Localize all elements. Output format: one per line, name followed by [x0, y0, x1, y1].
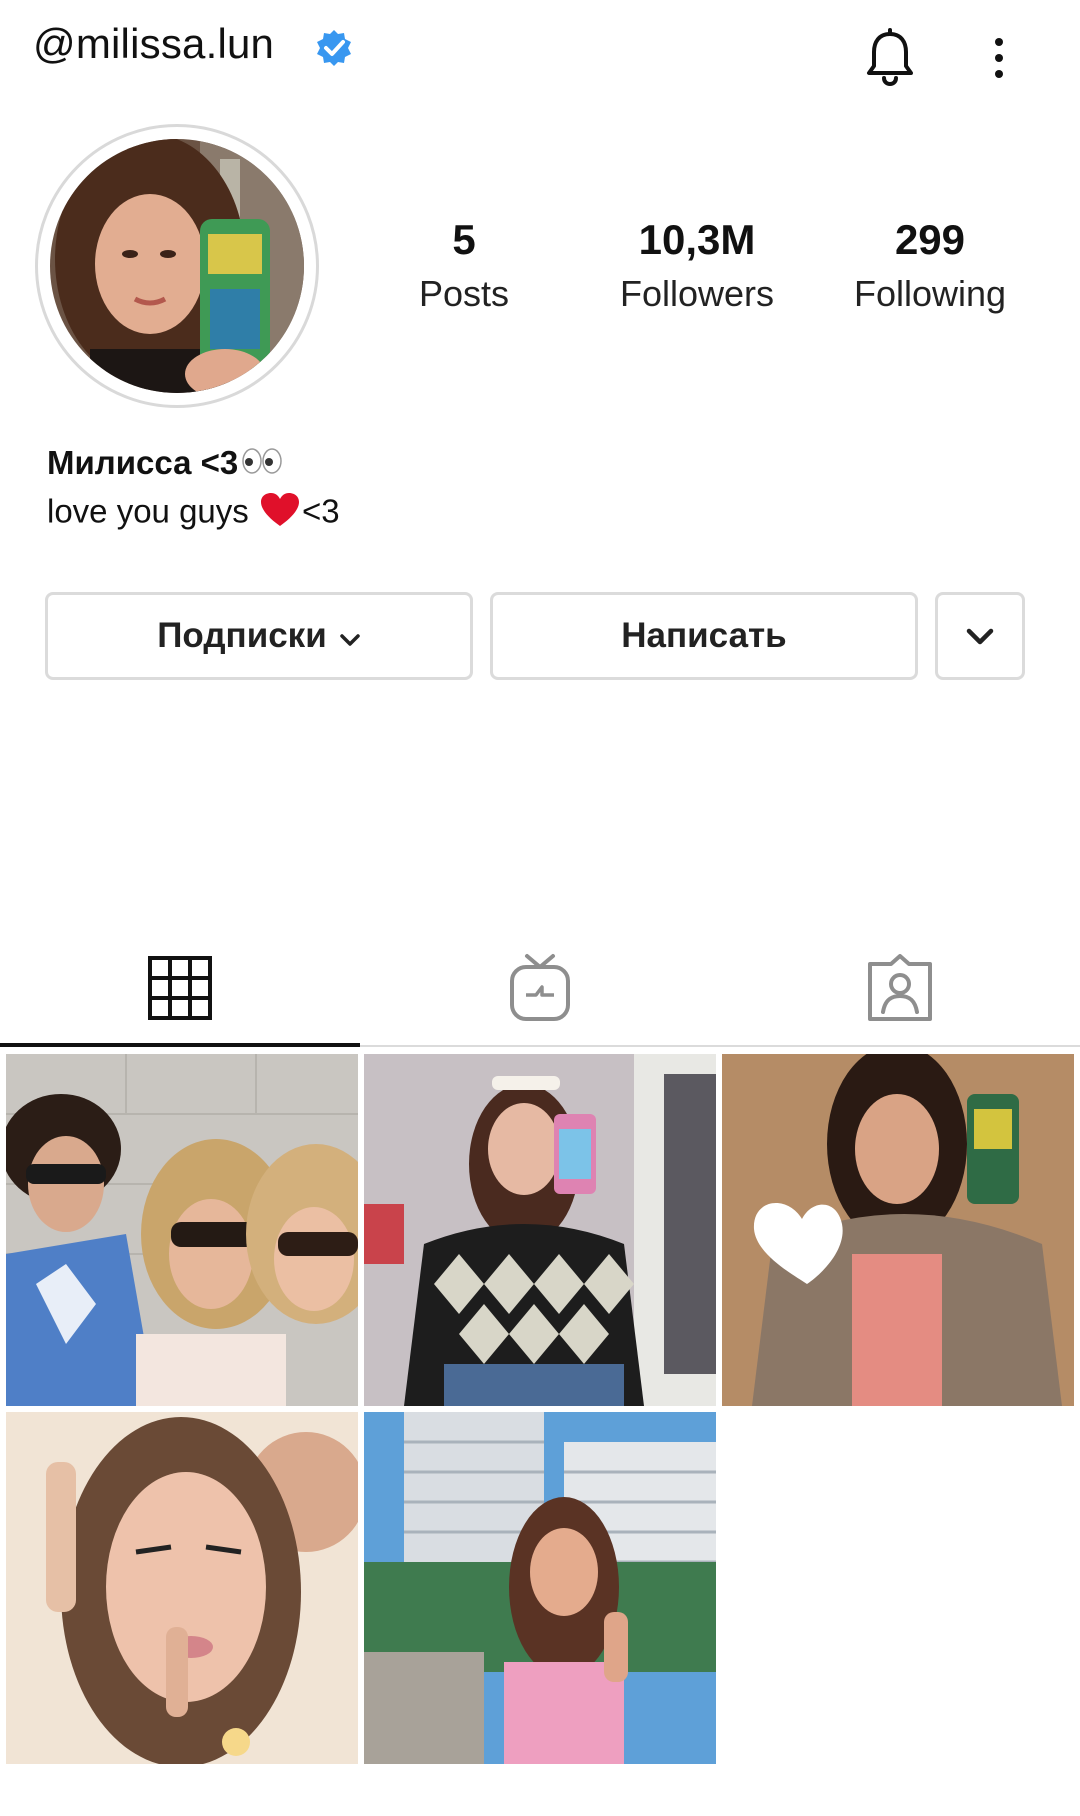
stat-following[interactable]: 299 Following [830, 215, 1030, 319]
eyes-emoji-icon [240, 446, 284, 484]
grid-icon [147, 955, 213, 1026]
avatar-ring[interactable] [35, 124, 319, 408]
post-thumbnail[interactable] [364, 1054, 716, 1406]
posts-label: Posts [418, 273, 510, 314]
profile-username: @milissa.lun [33, 20, 275, 67]
chevron-down-icon [965, 616, 995, 656]
following-count: 299 [894, 216, 966, 263]
posts-count: 5 [452, 216, 476, 263]
bell-icon[interactable] [864, 28, 916, 87]
post-thumbnail[interactable] [364, 1412, 716, 1764]
heart-emoji-icon [260, 492, 300, 536]
tagged-icon [867, 953, 933, 1027]
bio-text-start: love you guys [47, 492, 258, 530]
profile-tabs [0, 930, 1080, 1050]
post-thumbnail[interactable] [6, 1412, 358, 1764]
tab-tagged[interactable] [720, 930, 1080, 1050]
bio-text-line: love you guys <3 [47, 492, 340, 536]
igtv-icon [509, 953, 571, 1028]
more-vertical-icon[interactable] [985, 34, 1013, 82]
message-label: Написать [621, 616, 787, 655]
post-thumbnail[interactable] [722, 1054, 1074, 1406]
stat-followers[interactable]: 10,3M Followers [597, 215, 797, 319]
avatar[interactable] [50, 139, 304, 393]
stat-posts[interactable]: 5 Posts [364, 215, 564, 319]
chevron-down-icon [339, 616, 361, 656]
suggestions-dropdown-button[interactable] [935, 592, 1025, 680]
subscriptions-label: Подписки [157, 616, 327, 655]
bio-text-end: <3 [301, 492, 340, 530]
profile-page: @milissa.lun 5 Posts 10,3M Followers 299… [0, 0, 1080, 1816]
following-label: Following [853, 273, 1007, 314]
active-tab-indicator [0, 1043, 360, 1047]
message-button[interactable]: Написать [490, 592, 918, 680]
bio-name: Милисса <3 [47, 444, 239, 481]
tab-grid[interactable] [0, 930, 360, 1050]
followers-count: 10,3M [638, 216, 756, 263]
bio-name-line: Милисса <3 [47, 444, 284, 484]
post-thumbnail[interactable] [6, 1054, 358, 1406]
verified-badge-icon [314, 28, 354, 68]
subscriptions-button[interactable]: Подписки [45, 592, 473, 680]
tab-igtv[interactable] [360, 930, 720, 1050]
followers-label: Followers [619, 273, 775, 314]
profile-header: @milissa.lun [0, 0, 1080, 100]
